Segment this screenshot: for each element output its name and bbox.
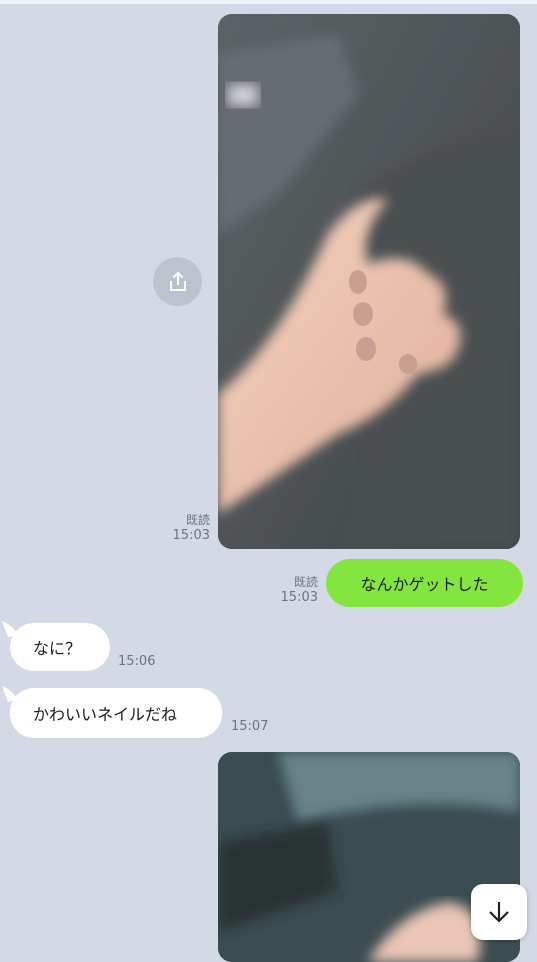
photo-content [218,14,520,549]
recv1-meta: 15:06 [118,654,168,670]
received-message-bubble[interactable]: なに？ [10,623,110,671]
photo1-meta: 既読 15:03 [168,512,210,544]
sent-photo-hand-nails[interactable] [218,14,520,549]
top-divider [0,0,537,4]
scroll-to-bottom-button[interactable] [471,884,527,940]
message-time: 15:07 [231,719,269,734]
message-time: 15:03 [172,528,210,543]
message-time: 15:03 [280,590,318,605]
sent-text-meta: 既読 15:03 [276,574,318,606]
read-label: 既読 [293,575,318,589]
arrow-down-icon [489,902,509,923]
read-label: 既読 [185,513,210,527]
message-time: 15:06 [118,654,156,669]
sent-message-bubble[interactable]: なんかゲットした [326,559,523,607]
recv2-meta: 15:07 [231,719,281,735]
received-message-bubble[interactable]: かわいいネイルだね [10,688,222,738]
share-icon [169,271,186,291]
share-button[interactable] [153,257,202,306]
